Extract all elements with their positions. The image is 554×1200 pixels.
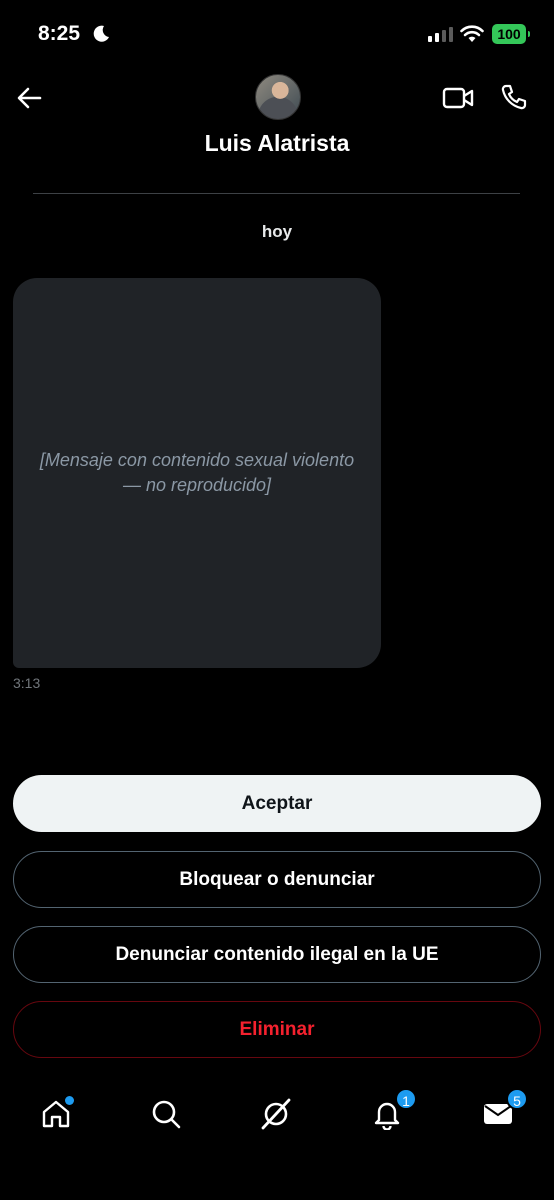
delete-button[interactable]: Eliminar bbox=[13, 1001, 541, 1058]
message-placeholder: [Mensaje con contenido sexual violento —… bbox=[39, 449, 355, 495]
report-illegal-content-eu-button[interactable]: Denunciar contenido ilegal en la UE bbox=[13, 926, 541, 983]
moon-icon bbox=[93, 25, 109, 42]
status-time: 8:25 bbox=[38, 22, 81, 45]
notifications-badge: 1 bbox=[395, 1088, 417, 1110]
message-timestamp: 3:13 bbox=[13, 675, 41, 691]
day-separator: hoy bbox=[261, 222, 293, 241]
phone-icon[interactable] bbox=[500, 83, 528, 111]
tab-messages[interactable]: 5 bbox=[480, 1088, 528, 1132]
home-unread-dot bbox=[65, 1096, 74, 1105]
message-bubble[interactable]: [Mensaje con contenido sexual violento —… bbox=[13, 278, 381, 668]
signal-icon bbox=[428, 26, 453, 42]
tab-home[interactable] bbox=[38, 1096, 74, 1132]
grok-icon bbox=[261, 1098, 291, 1130]
block-or-report-button[interactable]: Bloquear o denunciar bbox=[13, 851, 541, 908]
video-call-icon[interactable] bbox=[442, 86, 474, 110]
conversation-header: Luis Alatrista bbox=[0, 70, 554, 194]
back-arrow-icon[interactable] bbox=[16, 85, 42, 111]
tab-notifications[interactable]: 1 bbox=[369, 1088, 417, 1132]
messages-badge: 5 bbox=[506, 1088, 528, 1110]
search-icon bbox=[152, 1100, 181, 1129]
header-divider bbox=[33, 193, 520, 194]
avatar[interactable] bbox=[255, 74, 301, 120]
accept-button[interactable]: Aceptar bbox=[13, 775, 541, 832]
status-bar: 8:25 100 bbox=[0, 0, 554, 70]
bottom-tab-bar: 1 5 bbox=[0, 1080, 554, 1150]
tab-grok[interactable] bbox=[258, 1096, 294, 1132]
contact-name[interactable]: Luis Alatrista bbox=[0, 130, 554, 157]
tab-search[interactable] bbox=[148, 1096, 184, 1132]
wifi-icon bbox=[460, 25, 484, 42]
battery-icon: 100 bbox=[492, 24, 530, 44]
